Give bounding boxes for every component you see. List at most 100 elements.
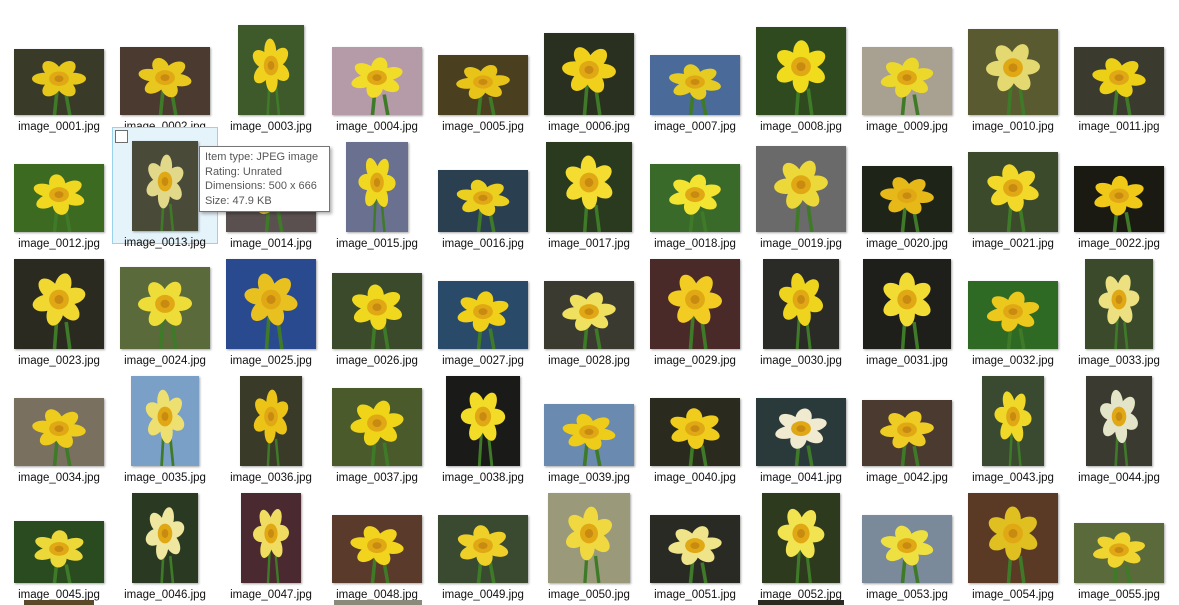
file-item[interactable]: image_0007.jpg — [642, 10, 748, 133]
file-item[interactable]: image_0043.jpg — [960, 361, 1066, 484]
file-thumbnail — [650, 164, 740, 232]
file-item[interactable]: image_0038.jpg — [430, 361, 536, 484]
file-item[interactable]: image_0032.jpg — [960, 244, 1066, 367]
file-item[interactable]: image_0029.jpg — [642, 244, 748, 367]
daffodil-image — [226, 259, 316, 349]
file-item[interactable]: image_0044.jpg — [1066, 361, 1172, 484]
file-item[interactable]: image_0040.jpg — [642, 361, 748, 484]
file-thumbnail — [132, 493, 198, 583]
daffodil-image — [120, 47, 210, 115]
file-thumbnail — [762, 493, 840, 583]
file-item[interactable]: image_0025.jpg — [218, 244, 324, 367]
file-item[interactable]: image_0026.jpg — [324, 244, 430, 367]
file-item[interactable]: image_0017.jpg — [536, 127, 642, 250]
file-item[interactable]: image_0012.jpg — [6, 127, 112, 250]
daffodil-image — [241, 493, 301, 583]
file-item[interactable]: image_0042.jpg — [854, 361, 960, 484]
file-item[interactable]: image_0008.jpg — [748, 10, 854, 133]
file-item[interactable]: image_0034.jpg — [6, 361, 112, 484]
file-item[interactable]: image_0047.jpg — [218, 478, 324, 601]
daffodil-image — [332, 515, 422, 583]
daffodil-image — [131, 376, 199, 466]
file-item[interactable]: image_0036.jpg — [218, 361, 324, 484]
file-thumbnail — [438, 170, 528, 232]
file-item[interactable]: image_0035.jpg — [112, 361, 218, 484]
file-name: image_0046.jpg — [124, 589, 206, 601]
file-thumbnail — [1074, 166, 1164, 232]
daffodil-image — [438, 515, 528, 583]
file-item[interactable]: image_0049.jpg — [430, 478, 536, 601]
file-item[interactable]: image_0048.jpg — [324, 478, 430, 601]
file-item[interactable]: image_0011.jpg — [1066, 10, 1172, 133]
file-item[interactable]: image_0046.jpg — [112, 478, 218, 601]
file-item[interactable]: image_0003.jpg — [218, 10, 324, 133]
file-item[interactable]: image_0015.jpg — [324, 127, 430, 250]
file-item[interactable]: image_0022.jpg — [1066, 127, 1172, 250]
partial-thumbnail[interactable] — [24, 600, 94, 605]
file-thumbnail — [332, 515, 422, 583]
file-thumbnail — [968, 152, 1058, 232]
file-grid: image_0001.jpgimage_0002.jpgimage_0003.j… — [0, 0, 1179, 605]
file-item[interactable]: image_0050.jpg — [536, 478, 642, 601]
file-item[interactable]: image_0020.jpg — [854, 127, 960, 250]
file-item[interactable]: image_0019.jpg — [748, 127, 854, 250]
file-thumbnail — [968, 493, 1058, 583]
file-item[interactable]: image_0001.jpg — [6, 10, 112, 133]
file-item[interactable]: image_0023.jpg — [6, 244, 112, 367]
file-thumbnail — [14, 521, 104, 583]
file-item[interactable]: image_0002.jpg — [112, 10, 218, 133]
daffodil-image — [1085, 259, 1153, 349]
file-item[interactable]: image_0055.jpg — [1066, 478, 1172, 601]
file-thumbnail — [1085, 259, 1153, 349]
file-item[interactable]: image_0006.jpg — [536, 10, 642, 133]
file-thumbnail — [862, 515, 952, 583]
file-thumbnail — [1074, 523, 1164, 583]
file-item[interactable]: image_0005.jpg — [430, 10, 536, 133]
file-thumbnail — [241, 493, 301, 583]
daffodil-image — [862, 515, 952, 583]
daffodil-image — [14, 49, 104, 115]
file-item[interactable]: image_0027.jpg — [430, 244, 536, 367]
file-thumbnail — [862, 400, 952, 466]
file-thumbnail — [332, 388, 422, 466]
partial-thumbnail[interactable] — [758, 600, 844, 605]
file-thumbnail — [650, 55, 740, 115]
file-thumbnail — [650, 515, 740, 583]
file-item[interactable]: image_0018.jpg — [642, 127, 748, 250]
file-item[interactable]: image_0052.jpg — [748, 478, 854, 601]
file-item[interactable]: image_0039.jpg — [536, 361, 642, 484]
daffodil-image — [763, 259, 839, 349]
file-item[interactable]: image_0054.jpg — [960, 478, 1066, 601]
file-item[interactable]: image_0024.jpg — [112, 244, 218, 367]
daffodil-image — [1074, 523, 1164, 583]
daffodil-image — [346, 142, 408, 232]
file-item[interactable]: image_0009.jpg — [854, 10, 960, 133]
file-thumbnail — [544, 404, 634, 466]
partial-thumbnail[interactable] — [334, 600, 422, 605]
file-item[interactable]: image_0051.jpg — [642, 478, 748, 601]
file-item[interactable]: image_0033.jpg — [1066, 244, 1172, 367]
file-item[interactable]: image_0031.jpg — [854, 244, 960, 367]
file-item[interactable]: image_0010.jpg — [960, 10, 1066, 133]
select-checkbox[interactable] — [115, 130, 128, 143]
file-item[interactable]: image_0021.jpg — [960, 127, 1066, 250]
file-thumbnail — [346, 142, 408, 232]
file-item[interactable]: image_0037.jpg — [324, 361, 430, 484]
file-thumbnail — [650, 259, 740, 349]
daffodil-image — [332, 388, 422, 466]
file-item[interactable]: image_0041.jpg — [748, 361, 854, 484]
file-name: image_0050.jpg — [548, 589, 630, 601]
file-item[interactable]: image_0045.jpg — [6, 478, 112, 601]
daffodil-image — [548, 493, 630, 583]
daffodil-image — [544, 33, 634, 115]
file-thumbnail — [438, 515, 528, 583]
file-item[interactable]: image_0004.jpg — [324, 10, 430, 133]
file-item[interactable]: image_0053.jpg — [854, 478, 960, 601]
daffodil-image — [14, 259, 104, 349]
file-item[interactable]: image_0028.jpg — [536, 244, 642, 367]
file-item[interactable]: image_0016.jpg — [430, 127, 536, 250]
daffodil-image — [982, 376, 1044, 466]
tooltip-rating: Rating: Unrated — [205, 165, 283, 178]
file-name: image_0055.jpg — [1078, 589, 1160, 601]
file-item[interactable]: image_0030.jpg — [748, 244, 854, 367]
